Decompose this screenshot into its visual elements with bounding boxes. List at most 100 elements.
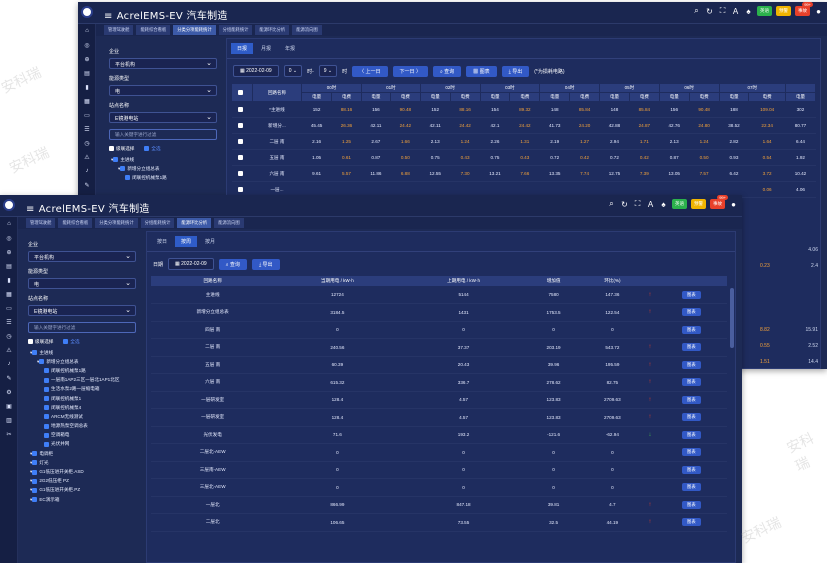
font-icon[interactable]: A (646, 200, 655, 209)
chart-row-button[interactable]: 图表 (655, 338, 727, 357)
badge-accident[interactable]: 事故 99+ (795, 2, 813, 16)
tree-item[interactable]: 空调箱电 (28, 431, 136, 440)
tree-checkbox[interactable] (39, 359, 45, 365)
export-button[interactable]: ⤓ 导出 (501, 65, 530, 77)
user-icon[interactable]: ● (729, 200, 738, 209)
query-button[interactable]: ⌕ 查询 (432, 65, 462, 77)
select-all-checkbox[interactable]: 全选 (144, 146, 161, 152)
chart-row-button[interactable]: 图表 (655, 443, 727, 462)
calendar-icon[interactable]: ▣ (0, 399, 18, 413)
row-checkbox[interactable] (231, 117, 253, 134)
prev-day-button[interactable]: 〈 上一日 (352, 65, 388, 77)
clock-icon[interactable]: ◷ (0, 329, 18, 343)
tree-item[interactable]: ▾ G1低压进开关柜.ASD (28, 467, 136, 476)
tree-item[interactable]: 闭联控机械泵1路 (28, 366, 136, 375)
menu-icon[interactable]: ≡ (26, 204, 35, 215)
tool-icon[interactable]: ✎ (0, 371, 18, 385)
period-tab-0[interactable]: 按日 (151, 236, 173, 247)
shirt-icon[interactable]: ♠ (744, 7, 753, 16)
tree-checkbox[interactable] (32, 460, 38, 466)
tree-checkbox[interactable] (44, 423, 49, 429)
period-tab-0[interactable]: 日报 (231, 43, 254, 54)
tree-item[interactable]: ARCM无线测试 (28, 412, 136, 421)
fullscreen-icon[interactable]: ⛶ (718, 6, 727, 16)
chart-row-button[interactable]: 图表 (655, 478, 727, 497)
badge-english[interactable]: 英语 (672, 199, 687, 209)
warning-icon[interactable]: ⚠ (0, 343, 18, 357)
tab-2[interactable]: 分类分项能耗统计 (173, 25, 216, 35)
tree-checkbox[interactable] (44, 368, 49, 374)
company-select[interactable]: 平台机构 (28, 251, 136, 262)
chart-row-button[interactable]: 图表 (655, 286, 727, 304)
tree-checkbox[interactable] (32, 350, 38, 356)
fullscreen-icon[interactable]: ⛶ (633, 199, 642, 209)
settings-icon[interactable]: ⚙ (0, 385, 18, 399)
energy-type-select[interactable]: 电 (109, 85, 217, 96)
period-tab-1[interactable]: 按周 (175, 236, 198, 247)
chart2-icon[interactable]: ▥ (0, 413, 18, 427)
tab-3[interactable]: 分组能耗统计 (140, 218, 175, 228)
tree-item[interactable]: 光伏并网 (28, 440, 136, 449)
tab-3[interactable]: 分组能耗统计 (218, 25, 253, 35)
badge-english[interactable]: 英语 (757, 6, 772, 16)
station-select[interactable]: E镜港电站 (109, 112, 217, 123)
company-select[interactable]: 平台机构 (109, 58, 217, 69)
home-icon[interactable]: ⌂ (0, 217, 18, 231)
row-checkbox[interactable] (231, 165, 253, 182)
refresh-icon[interactable]: ↻ (705, 7, 714, 16)
tree-item[interactable]: ▾ 2G2低压柜 PZ (28, 477, 136, 486)
tree-checkbox[interactable] (32, 487, 38, 493)
tree-item[interactable]: 生活水泵2路一层缩电箱 (28, 385, 136, 394)
globe-icon[interactable]: ⊕ (0, 245, 18, 259)
date-picker[interactable]: ▦ 2022-02-09 (168, 258, 214, 270)
tree-item[interactable]: ▾ 主进线 (28, 348, 136, 357)
row-checkbox[interactable] (231, 101, 253, 118)
tree-checkbox[interactable] (44, 414, 49, 420)
tree-item[interactable]: ▾ EC演示箱 (28, 495, 136, 504)
refresh-icon[interactable]: ↻ (620, 200, 629, 209)
tool-icon[interactable]: ✎ (78, 178, 96, 192)
bell-icon[interactable]: ♪ (0, 357, 18, 371)
tree-item[interactable]: ▾ 电调柜 (28, 449, 136, 458)
grid-icon[interactable]: ▦ (78, 94, 96, 108)
chart-icon[interactable]: ▮ (0, 273, 18, 287)
chart-row-button[interactable]: 图表 (655, 356, 727, 374)
search-icon[interactable]: ⌕ (607, 199, 616, 209)
badge-accident[interactable]: 事故 99+ (710, 195, 728, 209)
period-tab-2[interactable]: 年报 (279, 43, 301, 54)
tree-checkbox[interactable] (113, 157, 119, 163)
tree-item[interactable]: 闭联控机械泵1 (28, 394, 136, 403)
tree-checkbox[interactable] (125, 175, 130, 181)
tree-checkbox[interactable] (32, 451, 38, 457)
tab-1[interactable]: 能耗综合看板 (136, 25, 171, 35)
chart-row-button[interactable]: 图表 (655, 391, 727, 409)
tree-checkbox[interactable] (32, 469, 38, 475)
tree-checkbox[interactable] (44, 386, 49, 392)
doc-icon[interactable]: ▤ (0, 259, 18, 273)
cascade-checkbox[interactable]: 级联选择 (109, 146, 134, 152)
chart-row-button[interactable]: 图表 (655, 321, 727, 339)
clock-icon[interactable]: ◷ (78, 136, 96, 150)
search-icon[interactable]: ⌕ (692, 6, 701, 16)
tree-item[interactable]: ▾ 新增分立组总表 (28, 357, 136, 366)
globe-icon[interactable]: ⊕ (78, 52, 96, 66)
monitor-icon[interactable]: ▭ (0, 301, 18, 315)
chart-row-button[interactable]: 图表 (655, 496, 727, 514)
wrench-icon[interactable]: ✂ (0, 427, 18, 441)
row-checkbox[interactable] (231, 149, 253, 166)
chart-row-button[interactable]: 图表 (655, 373, 727, 392)
tree-search-input[interactable]: 输入关键字进行过滤 (109, 129, 217, 140)
chart-button[interactable]: ▩ 图表 (466, 65, 497, 77)
tree-item[interactable]: 闭联控机械泵1路 (109, 173, 217, 182)
select-all-checkbox[interactable]: 全选 (63, 339, 80, 345)
chart-row-button[interactable]: 图表 (655, 461, 727, 479)
tab-1[interactable]: 能耗综合看板 (58, 218, 93, 228)
chart-row-button[interactable]: 图表 (655, 426, 727, 444)
export-button[interactable]: ⤓ 导出 (251, 258, 280, 270)
period-tab-1[interactable]: 月报 (255, 43, 277, 54)
tree-item[interactable]: 闭联控机械泵4 (28, 403, 136, 412)
query-button[interactable]: ⌕ 查询 (218, 258, 247, 270)
tree-search-input[interactable]: 输入关键字进行过滤 (28, 322, 136, 333)
tab-2[interactable]: 分类分项能耗统计 (95, 218, 138, 228)
cascade-checkbox[interactable]: 级联选择 (28, 339, 53, 345)
